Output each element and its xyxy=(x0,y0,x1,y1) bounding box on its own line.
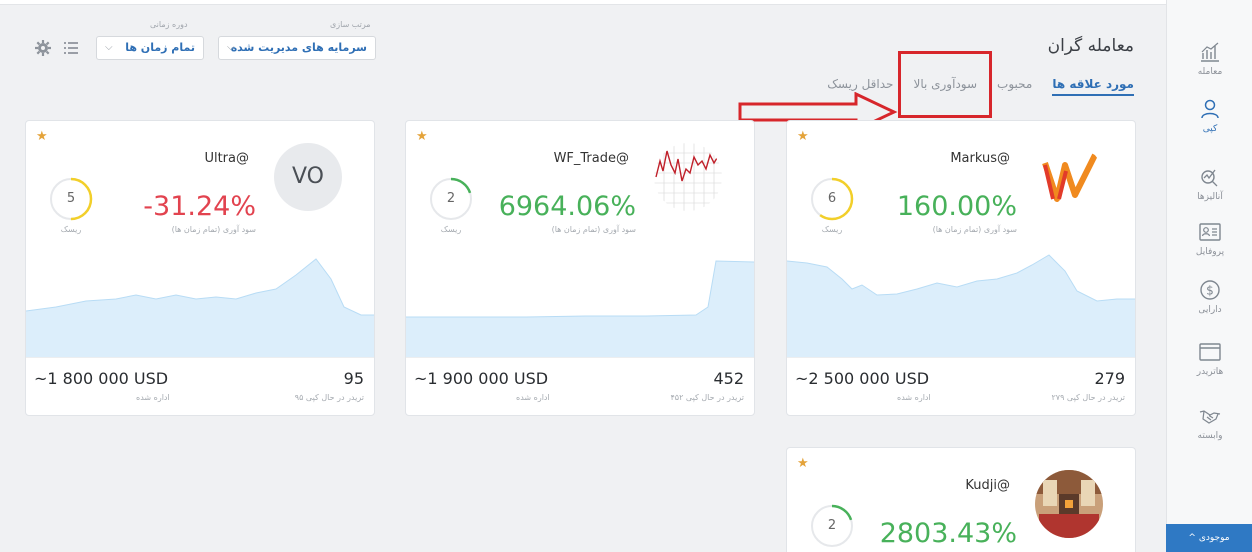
analysis-icon xyxy=(1201,169,1218,187)
risk-label: ریسک xyxy=(821,225,843,234)
sidebar-item-hottrader[interactable]: هاتریدر xyxy=(1167,340,1252,377)
managed-amount: ~1 800 000 USD xyxy=(34,369,169,388)
chevron-down-icon: ⌵ xyxy=(227,42,235,53)
avatar: VO xyxy=(274,143,342,211)
profit-value: 160.00% xyxy=(896,191,1017,222)
avatar xyxy=(654,143,722,211)
profile-card-icon xyxy=(1199,223,1221,241)
sidebar-item-assets[interactable]: $ دارایی xyxy=(1167,278,1252,315)
sidebar-item-label: وابسته xyxy=(1197,431,1223,441)
tab-favorites[interactable]: مورد علاقه ها xyxy=(1052,77,1134,96)
chevron-up-icon: ^ xyxy=(1188,533,1196,543)
profit-label: سود آوری (تمام زمان ها) xyxy=(551,225,636,234)
copier-label: ۲۷۹ تریدر در حال کپی xyxy=(1051,393,1125,402)
window-icon xyxy=(1199,343,1221,361)
page-title: معامله گران xyxy=(1047,36,1134,56)
profit-value: -31.24% xyxy=(143,191,256,222)
card-divider xyxy=(406,357,754,358)
managed-label: اداره شده xyxy=(136,393,170,402)
risk-score: 5 xyxy=(66,191,76,206)
managed-label: اداره شده xyxy=(516,393,550,402)
risk-label: ریسک xyxy=(60,225,82,234)
risk-score: 2 xyxy=(827,518,837,533)
sidebar-item-copy[interactable]: کپی xyxy=(1167,97,1252,134)
favorite-star-icon[interactable]: ★ xyxy=(797,129,809,144)
svg-text:$: $ xyxy=(1206,284,1214,298)
card-divider xyxy=(787,357,1135,358)
handshake-icon xyxy=(1199,410,1221,424)
copy-user-icon xyxy=(1201,99,1219,119)
period-select[interactable]: ⌵ تمام زمان ها xyxy=(96,36,204,60)
sidebar-item-profile[interactable]: پروفایل xyxy=(1167,220,1252,257)
favorite-star-icon[interactable]: ★ xyxy=(797,456,809,471)
sidebar-item-label: معامله xyxy=(1197,67,1223,77)
copier-count: 95 xyxy=(343,369,364,388)
risk-score: 2 xyxy=(446,191,456,206)
trader-name[interactable]: Kudji@ xyxy=(965,478,1010,493)
avatar xyxy=(1035,470,1103,538)
sidebar-item-affiliate[interactable]: وابسته xyxy=(1167,404,1252,441)
sidebar-item-label: کپی xyxy=(1202,124,1218,134)
copier-label: ۴۵۲ تریدر در حال کپی xyxy=(670,393,744,402)
trader-card[interactable]: ★ 2 ریسک WF_Trade@ 6964.06% سود آوری (تم… xyxy=(405,120,755,416)
favorite-star-icon[interactable]: ★ xyxy=(416,129,428,144)
trader-card[interactable]: ★ 6 ریسک Markus@ 160.00% سود آوری (تمام … xyxy=(786,120,1136,416)
trader-card[interactable]: ★ 2 Kudji@ 2803.43% xyxy=(786,447,1136,552)
profit-value: 2803.43% xyxy=(879,518,1017,549)
sort-select[interactable]: ⌵ سرمایه های مدیریت شده xyxy=(218,36,376,60)
top-strip xyxy=(0,0,1166,5)
profit-value: 6964.06% xyxy=(498,191,636,222)
trader-name[interactable]: Ultra@ xyxy=(204,151,249,166)
managed-amount: ~1 900 000 USD xyxy=(414,369,549,388)
sidebar-item-label: هاتریدر xyxy=(1196,367,1224,377)
trader-card[interactable]: ★ 5 ریسک Ultra@ VO -31.24% سود آوری (تما… xyxy=(25,120,375,416)
balance-button[interactable]: ^ موجودی xyxy=(1166,524,1252,552)
copier-label: ۹۵ تریدر در حال کپی xyxy=(294,393,364,402)
list-view-icon[interactable] xyxy=(62,39,80,57)
gear-icon[interactable] xyxy=(34,39,52,57)
risk-label: ریسک xyxy=(440,225,462,234)
tab-popular[interactable]: محبوب xyxy=(997,77,1032,96)
period-label: دوره زمانی xyxy=(150,20,188,29)
sidebar-item-analysis[interactable]: آنالیزها xyxy=(1167,165,1252,202)
balance-label: موجودی xyxy=(1198,533,1230,543)
profit-label: سود آوری (تمام زمان ها) xyxy=(932,225,1017,234)
sidebar-item-trade[interactable]: معامله xyxy=(1167,40,1252,77)
trader-name[interactable]: WF_Trade@ xyxy=(554,151,629,166)
sidebar-item-label: آنالیزها xyxy=(1197,192,1223,202)
sidebar: معامله کپی آنالیزها پروفایل $ دارایی هات… xyxy=(1166,0,1252,552)
copier-count: 452 xyxy=(713,369,744,388)
risk-score: 6 xyxy=(827,191,837,206)
avatar xyxy=(1042,153,1098,202)
performance-chart xyxy=(26,258,374,357)
favorite-star-icon[interactable]: ★ xyxy=(36,129,48,144)
trade-chart-icon xyxy=(1201,42,1219,62)
sidebar-item-label: پروفایل xyxy=(1195,247,1225,257)
chevron-down-icon: ⌵ xyxy=(105,42,113,53)
performance-chart xyxy=(787,254,1135,357)
performance-chart xyxy=(406,260,754,357)
dollar-icon: $ xyxy=(1200,280,1220,300)
trader-name[interactable]: Markus@ xyxy=(950,151,1010,166)
annotation-highlight-box xyxy=(898,51,992,118)
sort-label: مرتب سازی xyxy=(330,20,371,29)
managed-label: اداره شده xyxy=(897,393,931,402)
profit-label: سود آوری (تمام زمان ها) xyxy=(171,225,256,234)
copier-count: 279 xyxy=(1094,369,1125,388)
sidebar-item-label: دارایی xyxy=(1198,305,1222,315)
card-divider xyxy=(26,357,374,358)
sort-value: سرمایه های مدیریت شده xyxy=(230,41,367,54)
period-value: تمام زمان ها xyxy=(125,41,195,54)
managed-amount: ~2 500 000 USD xyxy=(795,369,930,388)
